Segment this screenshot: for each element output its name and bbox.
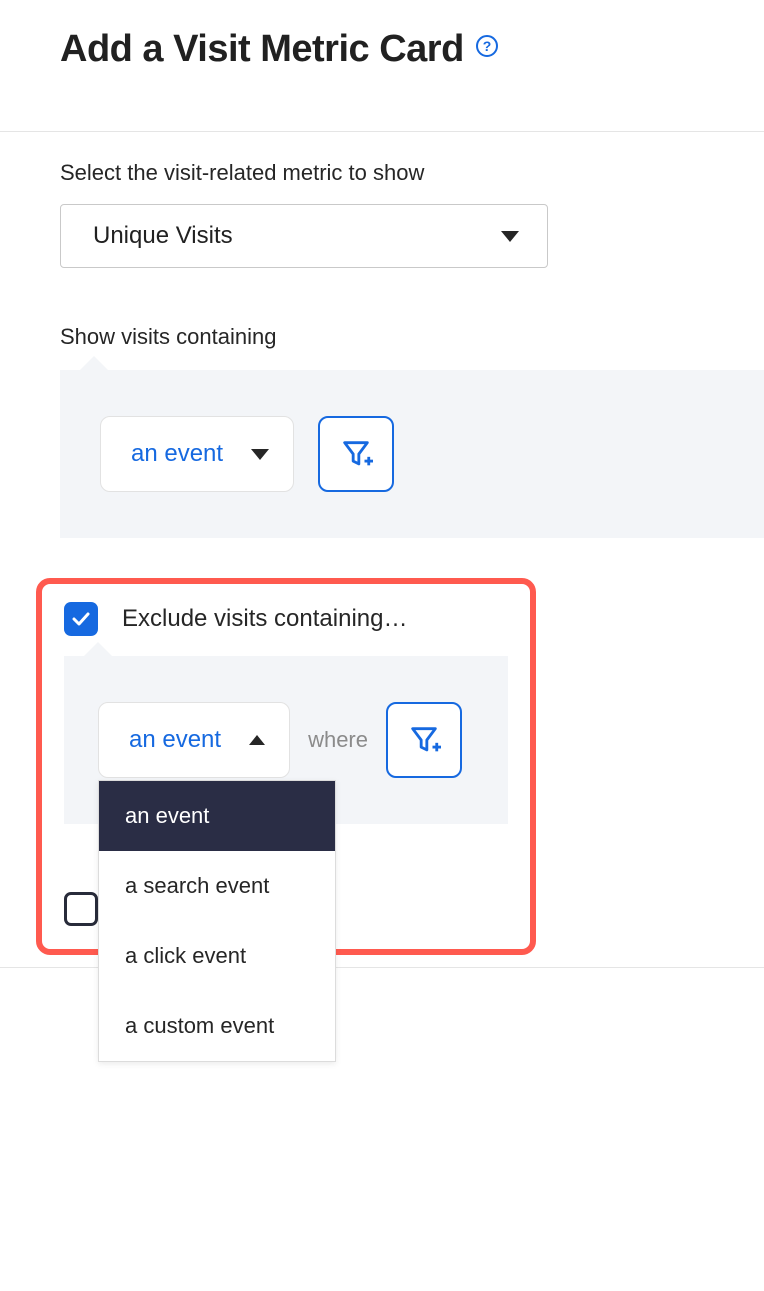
add-filter-button[interactable]: [318, 416, 394, 492]
exclude-checkbox-label: Exclude visits containing…: [122, 605, 407, 633]
metric-select[interactable]: Unique Visits: [60, 204, 548, 268]
chevron-down-icon: [501, 231, 519, 242]
where-label: where: [308, 727, 368, 753]
additional-checkbox[interactable]: [64, 892, 98, 926]
exclude-add-filter-button[interactable]: [386, 702, 462, 778]
show-event-type-select[interactable]: an event: [100, 416, 294, 492]
page-title-text: Add a Visit Metric Card: [60, 28, 464, 71]
metric-select-value: Unique Visits: [93, 222, 233, 250]
filter-add-icon: [407, 723, 441, 757]
dropdown-option[interactable]: a search event: [99, 851, 335, 921]
dropdown-option[interactable]: a custom event: [99, 991, 335, 1061]
show-event-type-value: an event: [131, 440, 223, 468]
chevron-down-icon: [251, 449, 269, 460]
help-icon[interactable]: ?: [476, 35, 498, 57]
exclude-event-type-select[interactable]: an event: [98, 702, 290, 778]
filter-add-icon: [339, 437, 373, 471]
dropdown-option[interactable]: an event: [99, 781, 335, 851]
exclude-checkbox[interactable]: [64, 602, 98, 636]
dropdown-option[interactable]: a click event: [99, 921, 335, 991]
metric-label: Select the visit-related metric to show: [60, 160, 704, 186]
page-title: Add a Visit Metric Card ?: [60, 28, 498, 71]
exclude-highlight: Exclude visits containing… an event an e…: [36, 578, 536, 955]
exclude-visits-panel: an event an event a search event a click…: [64, 656, 508, 824]
checkmark-icon: [72, 612, 90, 626]
help-glyph: ?: [483, 38, 491, 54]
chevron-up-icon: [249, 735, 265, 745]
show-visits-panel: an event: [60, 370, 764, 538]
exclude-event-type-dropdown: an event a search event a click event a …: [98, 780, 336, 1062]
show-visits-label: Show visits containing: [60, 324, 704, 350]
exclude-event-type-value: an event: [129, 726, 221, 754]
